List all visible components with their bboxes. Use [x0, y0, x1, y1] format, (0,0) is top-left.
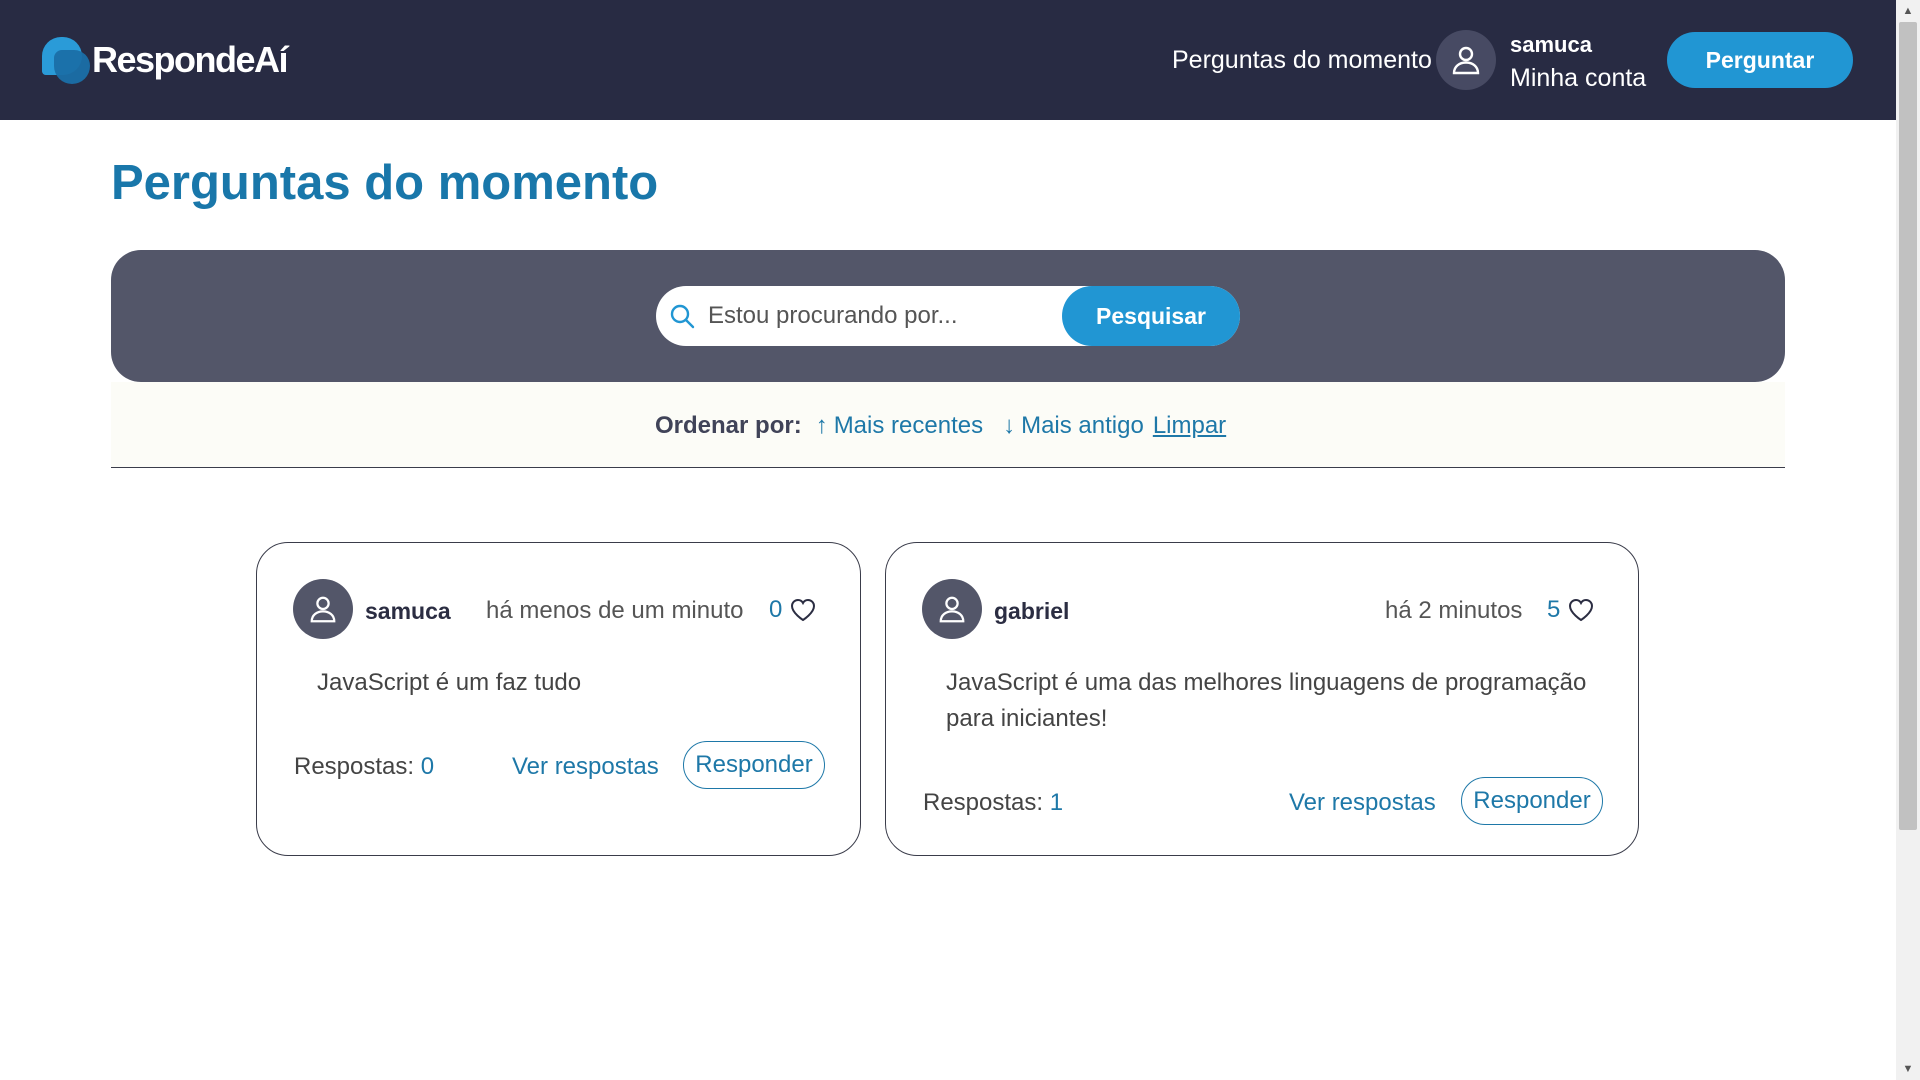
- search-icon: [670, 304, 695, 329]
- user-icon: [1452, 46, 1480, 75]
- user-icon: [310, 596, 336, 623]
- like-counter[interactable]: 0: [769, 596, 816, 624]
- user-name: samuca: [1510, 32, 1592, 57]
- page-title: Perguntas do momento: [111, 156, 659, 210]
- top-navbar: RespondeAí Perguntas do momento samuca M…: [0, 0, 1896, 120]
- author-name: samuca: [365, 598, 451, 624]
- heart-icon[interactable]: [1568, 598, 1594, 622]
- answers-number: 0: [420, 753, 435, 780]
- question-card: samuca há menos de um minuto 0 JavaScrip…: [256, 542, 861, 856]
- ask-question-button[interactable]: Perguntar: [1667, 32, 1853, 88]
- user-avatar[interactable]: [1436, 30, 1496, 90]
- sort-newest-label: Mais recentes: [833, 412, 984, 439]
- logo-text: RespondeAí: [92, 39, 289, 80]
- search-button[interactable]: Pesquisar: [1062, 286, 1240, 346]
- sort-oldest[interactable]: ↓ Mais antigo: [1003, 412, 1144, 440]
- author-avatar: [293, 579, 353, 639]
- logo[interactable]: RespondeAí: [40, 34, 289, 86]
- answers-count: Respostas: 1: [923, 789, 1063, 817]
- author-name: gabriel: [994, 598, 1070, 624]
- like-count: 5: [1547, 596, 1561, 623]
- user-icon: [939, 596, 965, 623]
- question-time: há menos de um minuto: [486, 597, 744, 624]
- sort-label: Ordenar por:: [655, 412, 802, 439]
- answers-count: Respostas: 0: [294, 753, 434, 781]
- page-scrollbar[interactable]: ▲ ▼: [1896, 0, 1920, 1080]
- arrow-up-icon: ↑: [815, 412, 828, 439]
- answers-label: Respostas:: [294, 753, 415, 780]
- sort-newest[interactable]: ↑ Mais recentes: [816, 412, 983, 440]
- question-time: há 2 minutos: [1385, 597, 1523, 624]
- question-card: gabriel há 2 minutos 5 JavaScript é uma …: [885, 542, 1639, 856]
- sort-bar: Ordenar por: ↑ Mais recentes ↓ Mais anti…: [111, 382, 1785, 468]
- sort-oldest-label: Mais antigo: [1021, 412, 1144, 439]
- arrow-down-icon: ↓: [1003, 412, 1016, 439]
- scroll-up-arrow-icon[interactable]: ▲: [1896, 0, 1920, 22]
- scroll-down-arrow-icon[interactable]: ▼: [1896, 1058, 1920, 1080]
- question-text: JavaScript é um faz tudo: [317, 669, 582, 696]
- view-answers-link[interactable]: Ver respostas: [1289, 789, 1436, 817]
- logo-speech-bubble-icon: [40, 34, 90, 86]
- reply-button[interactable]: Responder: [683, 741, 825, 789]
- sort-controls: Ordenar por: ↑ Mais recentes ↓ Mais anti…: [655, 412, 1226, 440]
- like-count: 0: [769, 596, 783, 623]
- nav-link-perguntas-do-momento[interactable]: Perguntas do momento: [1172, 46, 1432, 75]
- answers-number: 1: [1049, 789, 1064, 816]
- like-counter[interactable]: 5: [1547, 596, 1594, 624]
- heart-icon[interactable]: [790, 598, 816, 622]
- scrollbar-thumb[interactable]: [1899, 22, 1917, 830]
- author-avatar: [922, 579, 982, 639]
- sort-clear-link[interactable]: Limpar: [1153, 412, 1226, 440]
- my-account-link[interactable]: Minha conta: [1510, 64, 1646, 93]
- view-answers-link[interactable]: Ver respostas: [512, 753, 659, 781]
- answers-label: Respostas:: [923, 789, 1044, 816]
- question-text: JavaScript é uma das melhores linguagens…: [946, 669, 1587, 732]
- reply-button[interactable]: Responder: [1461, 777, 1603, 825]
- search-panel: Pesquisar: [111, 250, 1785, 382]
- search-input[interactable]: [708, 296, 1108, 336]
